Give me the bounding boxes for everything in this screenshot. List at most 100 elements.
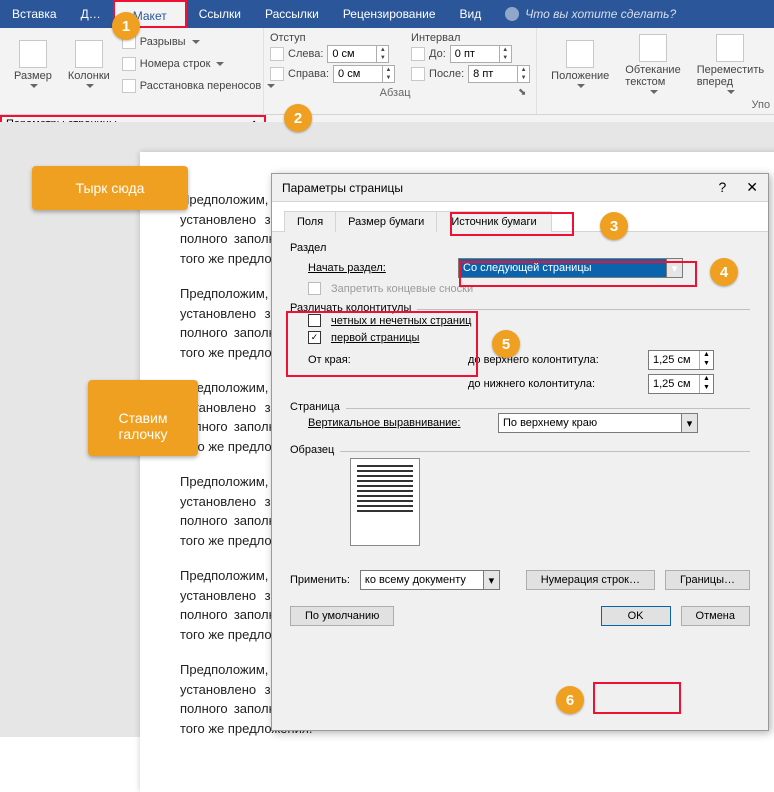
help-button[interactable]: ? — [718, 179, 726, 196]
size-icon — [19, 40, 47, 68]
tab-design[interactable]: Д… — [69, 0, 113, 28]
hyphenation-icon — [122, 79, 136, 93]
line-numbers-button[interactable]: Номера строк — [122, 54, 275, 74]
position-button[interactable]: Положение — [543, 32, 617, 96]
close-button[interactable]: ✕ — [746, 179, 758, 196]
chevron-down-icon — [650, 90, 658, 94]
spacing-before-label: До: — [429, 48, 446, 60]
step-badge-3: 3 — [600, 212, 628, 240]
callout-stavim: Ставим галочку — [88, 380, 198, 456]
spacing-before-input[interactable]: ▲▼ — [450, 45, 512, 63]
to-footer-label: до нижнего колонтитула: — [468, 378, 638, 390]
dialog-tab-source[interactable]: Источник бумаги — [436, 211, 551, 232]
ribbon: Размер Колонки Разрывы Номера строк Расс… — [0, 28, 774, 115]
spacing-after-icon — [411, 67, 425, 81]
wrap-text-button[interactable]: Обтекание текстом — [617, 32, 688, 96]
step-badge-4: 4 — [710, 258, 738, 286]
group-paragraph: Отступ Слева: ▲▼ Справа: ▲▼ Интервал До: — [264, 28, 537, 114]
tell-me-label: Что вы хотите сделать? — [525, 7, 676, 21]
tab-review[interactable]: Рецензирование — [331, 0, 448, 28]
chevron-down-icon: ▾ — [666, 259, 682, 277]
hyphenation-button[interactable]: Расстановка переносов — [122, 76, 275, 96]
columns-label: Колонки — [68, 70, 110, 82]
apply-combo[interactable]: ко всему документу ▾ — [360, 570, 500, 590]
apply-label: Применить: — [290, 574, 350, 586]
arrange-group-title: Упо — [752, 99, 771, 111]
header-distance-input[interactable]: ▲▼ — [648, 350, 714, 370]
chevron-down-icon: ▾ — [483, 571, 499, 589]
indent-right-input[interactable]: ▲▼ — [333, 65, 395, 83]
to-header-label: до верхнего колонтитула: — [468, 354, 638, 366]
first-page-checkbox[interactable]: ✓ — [308, 331, 321, 344]
step-badge-2: 2 — [284, 104, 312, 132]
start-section-combo[interactable]: Со следующей страницы ▾ — [458, 258, 683, 278]
indent-heading: Отступ — [270, 32, 395, 44]
indent-right-label: Справа: — [288, 68, 329, 80]
section-label: Раздел — [290, 242, 750, 254]
group-page-setup: Размер Колонки Разрывы Номера строк Расс… — [0, 28, 264, 114]
cancel-button[interactable]: Отмена — [681, 606, 750, 626]
dialog-title: Параметры страницы — [282, 181, 403, 195]
dialog-body: Раздел Начать раздел: Со следующей стран… — [272, 232, 768, 640]
tab-view[interactable]: Вид — [448, 0, 494, 28]
chevron-down-icon — [30, 84, 38, 88]
footer-distance-input[interactable]: ▲▼ — [648, 374, 714, 394]
indent-left-icon — [270, 47, 284, 61]
first-page-label: первой страницы — [331, 332, 419, 344]
tell-me-search[interactable]: Что вы хотите сделать? — [505, 7, 676, 21]
tab-insert[interactable]: Вставка — [0, 0, 69, 28]
chevron-down-icon — [192, 40, 200, 44]
start-section-value: Со следующей страницы — [463, 262, 592, 274]
indent-left-label: Слева: — [288, 48, 323, 60]
apply-value: ко всему документу — [365, 574, 466, 586]
suppress-endnotes-checkbox — [308, 282, 321, 295]
bulb-icon — [505, 7, 519, 21]
odd-even-checkbox[interactable] — [308, 314, 321, 327]
chevron-down-icon — [216, 62, 224, 66]
valign-combo[interactable]: По верхнему краю ▾ — [498, 413, 698, 433]
paragraph-launcher-icon[interactable]: ⬊ — [516, 87, 528, 99]
tab-mailings[interactable]: Рассылки — [253, 0, 331, 28]
size-button[interactable]: Размер — [6, 32, 60, 96]
line-numbering-button[interactable]: Нумерация строк… — [526, 570, 655, 590]
from-edge-label: От края: — [308, 354, 458, 366]
spacing-heading: Интервал — [411, 32, 530, 44]
default-button[interactable]: По умолчанию — [290, 606, 394, 626]
ok-button[interactable]: OK — [601, 606, 671, 626]
indent-right-icon — [270, 67, 284, 81]
valign-label: Вертикальное выравнивание: — [308, 417, 488, 429]
odd-even-label: четных и нечетных страниц — [331, 315, 471, 327]
start-section-label: Начать раздел: — [308, 262, 448, 274]
chevron-down-icon — [727, 90, 735, 94]
valign-value: По верхнему краю — [503, 417, 597, 429]
spacing-before-icon — [411, 47, 425, 61]
step-badge-1: 1 — [112, 12, 140, 40]
dialog-titlebar: Параметры страницы ? ✕ — [272, 174, 768, 202]
dialog-tab-fields[interactable]: Поля — [284, 211, 336, 232]
step-badge-5: 5 — [492, 330, 520, 358]
suppress-endnotes-label: Запретить концевые сноски — [331, 283, 473, 295]
chevron-down-icon — [86, 84, 94, 88]
distinguish-label: Различать колонтитулы — [290, 302, 417, 314]
breaks-button[interactable]: Разрывы — [122, 32, 275, 52]
indent-left-input[interactable]: ▲▼ — [327, 45, 389, 63]
callout-tyrk: Тырк сюда — [32, 166, 188, 210]
bring-forward-button[interactable]: Переместить вперед — [689, 32, 772, 96]
wrap-icon — [639, 34, 667, 62]
dialog-tab-paper[interactable]: Размер бумаги — [335, 211, 437, 232]
tab-references[interactable]: Ссылки — [187, 0, 253, 28]
borders-button[interactable]: Границы… — [665, 570, 750, 590]
forward-icon — [716, 34, 744, 62]
line-numbers-icon — [122, 57, 136, 71]
columns-icon — [75, 40, 103, 68]
dialog-tabs: Поля Размер бумаги Источник бумаги — [272, 202, 768, 232]
group-arrange: Положение Обтекание текстом Переместить … — [537, 28, 774, 114]
columns-button[interactable]: Колонки — [60, 32, 118, 96]
step-badge-6: 6 — [556, 686, 584, 714]
size-label: Размер — [14, 70, 52, 82]
chevron-down-icon: ▾ — [681, 414, 697, 432]
position-icon — [566, 40, 594, 68]
callout-stavim-text: Ставим галочку — [118, 410, 167, 442]
spacing-after-input[interactable]: ▲▼ — [468, 65, 530, 83]
paragraph-group-title: Абзац — [380, 87, 411, 99]
